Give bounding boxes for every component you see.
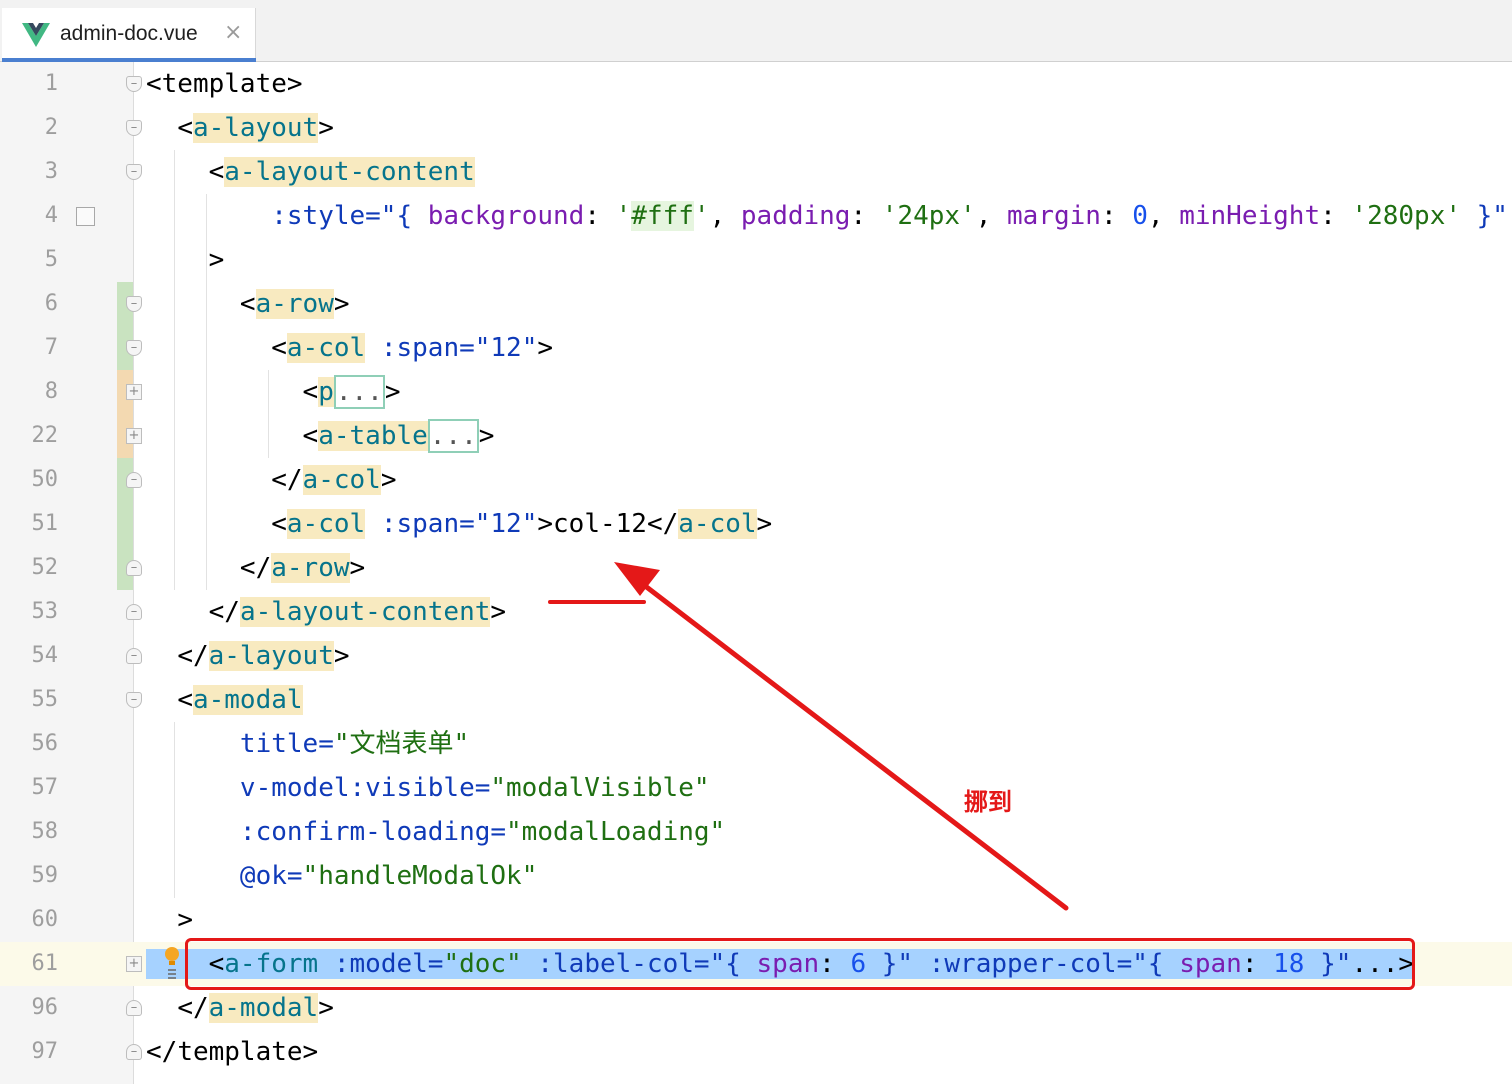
code-text[interactable]: title="文档表单" — [146, 722, 469, 766]
code-editor[interactable]: 1 <template> – 2 <a-layout> – 3 <a-layou… — [0, 62, 1512, 1084]
annotation-label: 挪到 — [964, 788, 1012, 816]
code-line: 96 </a-modal> — [0, 986, 1512, 1030]
code-line: 51 <a-col :span="12">col-12</a-col> — [0, 502, 1512, 546]
code-text[interactable]: <a-row> — [146, 282, 350, 326]
expand-fold-icon[interactable]: + — [126, 384, 142, 400]
code-line: 3 <a-layout-content — [0, 150, 1512, 194]
expand-fold-icon[interactable]: + — [126, 428, 142, 444]
line-number: 61 — [31, 951, 59, 976]
code-line: 53 </a-layout-content> — [0, 590, 1512, 634]
code-text[interactable]: </a-col> — [146, 458, 396, 502]
folded-region[interactable]: ... — [427, 419, 479, 453]
line-number: 3 — [44, 159, 58, 184]
code-text[interactable]: </a-layout-content> — [146, 590, 506, 634]
fold-toggle-icon[interactable]: – — [126, 296, 142, 312]
expand-fold-icon[interactable]: + — [126, 956, 142, 972]
line-number: 2 — [44, 115, 58, 140]
vue-logo-icon — [22, 23, 50, 47]
code-line: 58 :confirm-loading="modalLoading" — [0, 810, 1512, 854]
code-text[interactable]: <a-layout-content — [146, 150, 475, 194]
fold-toggle-icon[interactable]: – — [126, 1044, 142, 1060]
fold-toggle-icon[interactable]: – — [126, 648, 142, 664]
fold-toggle-icon[interactable]: – — [126, 76, 142, 92]
code-text[interactable]: </a-layout> — [146, 634, 350, 678]
code-text[interactable]: <a-table...> — [146, 414, 494, 458]
code-text[interactable]: > — [146, 898, 193, 942]
code-text[interactable]: <a-col :span="12">col-12</a-col> — [146, 502, 772, 546]
line-number: 96 — [31, 995, 59, 1020]
code-text[interactable]: </a-modal> — [146, 986, 334, 1030]
code-text[interactable]: :confirm-loading="modalLoading" — [146, 810, 725, 854]
code-line: 56 title="文档表单" — [0, 722, 1512, 766]
line-number: 59 — [31, 863, 59, 888]
fold-toggle-icon[interactable]: – — [126, 164, 142, 180]
code-line: 22 <a-table...> — [0, 414, 1512, 458]
tab-admin-doc-vue[interactable]: admin-doc.vue × — [2, 8, 256, 62]
fold-toggle-icon[interactable]: – — [126, 472, 142, 488]
line-number: 50 — [31, 467, 59, 492]
intention-bulb-icon[interactable] — [164, 944, 180, 984]
line-number: 22 — [31, 423, 59, 448]
line-number: 53 — [31, 599, 59, 624]
line-number: 54 — [31, 643, 59, 668]
code-line: 60 > — [0, 898, 1512, 942]
code-text[interactable]: @ok="handleModalOk" — [146, 854, 537, 898]
line-number: 58 — [31, 819, 59, 844]
line-number: 7 — [44, 335, 58, 360]
code-line: 54 </a-layout> — [0, 634, 1512, 678]
target-underline — [548, 600, 646, 604]
line-number: 6 — [44, 291, 58, 316]
fold-toggle-icon[interactable]: – — [126, 604, 142, 620]
line-number: 52 — [31, 555, 59, 580]
fold-toggle-icon[interactable]: – — [126, 340, 142, 356]
code-line: 6 <a-row> — [0, 282, 1512, 326]
folded-region[interactable]: ... — [333, 375, 385, 409]
code-text[interactable]: :style="{ background: '#fff', padding: '… — [146, 194, 1508, 238]
line-number: 97 — [31, 1039, 59, 1064]
code-line: 7 <a-col :span="12"> — [0, 326, 1512, 370]
code-line: 2 <a-layout> — [0, 106, 1512, 150]
code-line: 8 <p...> — [0, 370, 1512, 414]
code-text[interactable]: <template> — [146, 62, 303, 106]
code-line: 1 <template> — [0, 62, 1512, 106]
line-number: 51 — [31, 511, 59, 536]
code-text[interactable]: <p...> — [146, 370, 400, 414]
line-number: 5 — [44, 247, 58, 272]
code-line: 59 @ok="handleModalOk" — [0, 854, 1512, 898]
line-number: 8 — [44, 379, 58, 404]
line-number: 57 — [31, 775, 59, 800]
editor-tab-bar: admin-doc.vue × — [0, 0, 1512, 62]
code-line: 52 </a-row> — [0, 546, 1512, 590]
close-icon[interactable]: × — [224, 20, 242, 45]
code-line: 50 </a-col> — [0, 458, 1512, 502]
code-text[interactable]: </template> — [146, 1030, 318, 1074]
code-line: 57 v-model:visible="modalVisible" — [0, 766, 1512, 810]
line-number: 4 — [44, 203, 58, 228]
code-text[interactable]: v-model:visible="modalVisible" — [146, 766, 710, 810]
code-text[interactable]: <a-layout> — [146, 106, 334, 150]
code-line: 55 <a-modal — [0, 678, 1512, 722]
fold-toggle-icon[interactable]: – — [126, 120, 142, 136]
line-number: 60 — [31, 907, 59, 932]
line-number: 1 — [44, 71, 58, 96]
tab-label: admin-doc.vue — [60, 22, 198, 45]
highlight-box — [185, 938, 1415, 990]
code-text[interactable]: </a-row> — [146, 546, 365, 590]
line-number: 56 — [31, 731, 59, 756]
fold-toggle-icon[interactable]: – — [126, 692, 142, 708]
fold-toggle-icon[interactable]: – — [126, 560, 142, 576]
fold-toggle-icon[interactable]: – — [126, 1000, 142, 1016]
code-text[interactable]: <a-col :span="12"> — [146, 326, 553, 370]
code-text[interactable]: > — [146, 238, 225, 282]
code-line: 97 </template> — [0, 1030, 1512, 1074]
line-number: 55 — [31, 687, 59, 712]
code-text[interactable]: <a-modal — [146, 678, 303, 722]
code-line: 5 > — [0, 238, 1512, 282]
code-line: 4 :style="{ background: '#fff', padding:… — [0, 194, 1512, 238]
